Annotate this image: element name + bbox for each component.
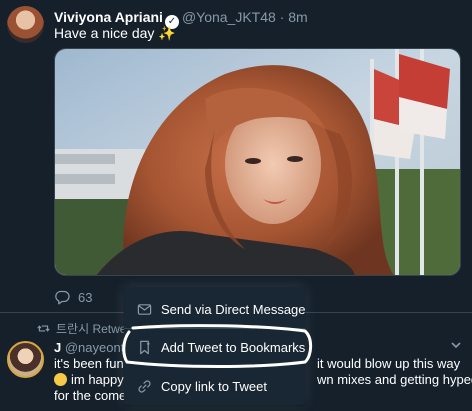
menu-item-copy-link[interactable]: Copy link to Tweet: [124, 368, 305, 404]
author-avatar[interactable]: [7, 6, 44, 43]
link-icon: [138, 379, 151, 393]
tweet-article[interactable]: Viviyona Apriani ✓ @Yona_JKT48 · 8m Have a…: [0, 0, 472, 312]
envelope-icon: [137, 303, 152, 315]
author-name-2[interactable]: J: [54, 340, 61, 355]
retweet-icon: [37, 325, 50, 332]
tweet2-line3: for the comeb: [54, 388, 134, 403]
bookmark-icon: [140, 340, 150, 354]
chevron-down-icon[interactable]: [449, 338, 463, 352]
reply-button[interactable]: 63: [54, 289, 92, 305]
author-handle[interactable]: @Yona_JKT48: [182, 9, 276, 25]
photo-image: [55, 49, 460, 275]
author-name[interactable]: Viviyona Apriani: [54, 9, 163, 25]
header-separator: ·: [279, 9, 285, 25]
tweet-header-2: J @nayeonth: [54, 340, 132, 356]
menu-item-label: Copy link to Tweet: [161, 378, 267, 394]
menu-item-label: Send via Direct Message: [161, 301, 306, 317]
tweet-photo[interactable]: [54, 48, 461, 276]
reply-icon: [55, 290, 70, 305]
menu-item-add-bookmark[interactable]: Add Tweet to Bookmarks: [124, 329, 305, 365]
tweet2-line2-left: im happy: [71, 372, 124, 387]
grinning-emoji-icon: [54, 373, 67, 386]
author-handle-2[interactable]: @nayeonth: [65, 340, 132, 355]
reply-count: 63: [78, 289, 93, 305]
share-menu: Send via Direct Message Add Tweet to Boo…: [124, 287, 306, 405]
tweet2-line1-right: it would blow up this way: [317, 356, 461, 371]
tweet-text: Have a nice day ✨: [54, 25, 176, 41]
tweet2-line1-left: it's been fun: [54, 356, 124, 371]
menu-item-label: Add Tweet to Bookmarks: [161, 339, 306, 355]
menu-item-send-dm[interactable]: Send via Direct Message: [124, 291, 306, 327]
tweet2-line2-right: wn mixes and getting hyped: [317, 372, 472, 387]
author-avatar-2[interactable]: [7, 341, 44, 378]
tweet-time[interactable]: 8m: [288, 9, 307, 25]
